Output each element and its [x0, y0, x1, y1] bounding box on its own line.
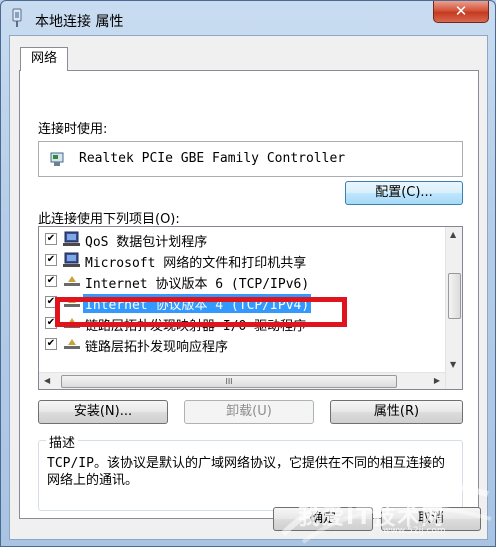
tab-network[interactable]: 网络	[20, 47, 68, 71]
title-bar[interactable]: 本地连接 属性 ✕	[1, 1, 495, 35]
properties-window: 本地连接 属性 ✕ 网络 连接时使用: Realtek PCIe GBE Fam…	[0, 0, 496, 547]
install-button[interactable]: 安装(N)...	[38, 400, 168, 424]
horizontal-scrollbar[interactable]: ◀ III ▶	[39, 372, 445, 389]
protocol-icon	[64, 339, 80, 349]
list-item[interactable]: ✔ Internet 协议版本 4 (TCP/IPv4)	[39, 292, 443, 313]
list-item-label: Internet 协议版本 6 (TCP/IPv6)	[85, 277, 310, 292]
qos-icon	[63, 231, 80, 246]
list-item-label: 链路层拓扑发现映射器 I/O 驱动程序	[85, 319, 307, 334]
configure-button[interactable]: 配置(C)...	[345, 181, 463, 205]
vertical-scrollbar[interactable]: ▲ ▼	[445, 227, 462, 389]
items-label: 此连接使用下列项目(O):	[38, 212, 180, 227]
close-button[interactable]: ✕	[433, 1, 489, 23]
scroll-left-icon[interactable]: ◀	[44, 376, 50, 385]
list-item[interactable]: ✔ Internet 协议版本 6 (TCP/IPv6)	[39, 271, 443, 292]
horizontal-scroll-thumb[interactable]: III	[61, 375, 397, 388]
list-item[interactable]: ✔ 链路层拓扑发现响应程序	[39, 334, 443, 355]
list-item[interactable]: ✔ Microsoft 网络的文件和打印机共享	[39, 250, 443, 271]
list-item-label: QoS 数据包计划程序	[85, 235, 208, 250]
checkbox[interactable]: ✔	[45, 338, 57, 350]
description-title: 描述	[46, 432, 79, 451]
components-list[interactable]: ✔ QoS 数据包计划程序 ✔ Microsoft 网络的文件和打印机共享 ✔ …	[38, 226, 463, 390]
scroll-right-icon[interactable]: ▶	[434, 376, 440, 385]
scroll-down-icon[interactable]: ▼	[450, 360, 456, 369]
checkbox[interactable]: ✔	[45, 296, 57, 308]
protocol-icon	[64, 276, 80, 286]
checkbox[interactable]: ✔	[45, 254, 57, 266]
adapter-field: Realtek PCIe GBE Family Controller	[38, 141, 463, 177]
checkbox[interactable]: ✔	[45, 317, 57, 329]
checkbox[interactable]: ✔	[45, 233, 57, 245]
connect-using-label: 连接时使用:	[38, 122, 108, 137]
cancel-button[interactable]: 取消	[381, 507, 481, 531]
ok-button[interactable]: 确定	[273, 507, 373, 531]
network-tab-page: 连接时使用: Realtek PCIe GBE Family Controlle…	[19, 70, 479, 519]
scroll-up-icon[interactable]: ▲	[450, 230, 456, 239]
checkbox[interactable]: ✔	[45, 275, 57, 287]
network-share-icon	[63, 252, 80, 267]
vertical-scroll-thumb[interactable]	[448, 273, 461, 319]
list-item-label: Internet 协议版本 4 (TCP/IPv4)	[83, 294, 312, 313]
list-item-label: 链路层拓扑发现响应程序	[85, 340, 229, 355]
window-title: 本地连接 属性	[35, 14, 124, 30]
network-adapter-icon	[12, 8, 22, 27]
protocol-icon	[64, 318, 80, 328]
protocol-icon	[64, 297, 80, 307]
description-text: TCP/IP。该协议是默认的广域网络协议，它提供在不同的相互连接的网络上的通讯。	[47, 456, 445, 488]
dialog-client-area: 网络 连接时使用: Realtek PCIe GBE Family Contro…	[9, 35, 488, 540]
list-item-label: Microsoft 网络的文件和打印机共享	[85, 256, 307, 271]
list-item[interactable]: ✔ 链路层拓扑发现映射器 I/O 驱动程序	[39, 313, 443, 334]
properties-button[interactable]: 属性(R)	[330, 400, 463, 424]
uninstall-button[interactable]: 卸载(U)	[184, 400, 314, 424]
adapter-name: Realtek PCIe GBE Family Controller	[79, 151, 346, 166]
description-group: 描述 TCP/IP。该协议是默认的广域网络协议，它提供在不同的相互连接的网络上的…	[38, 432, 463, 511]
network-card-icon	[50, 152, 64, 166]
list-item[interactable]: ✔ QoS 数据包计划程序	[39, 229, 443, 250]
